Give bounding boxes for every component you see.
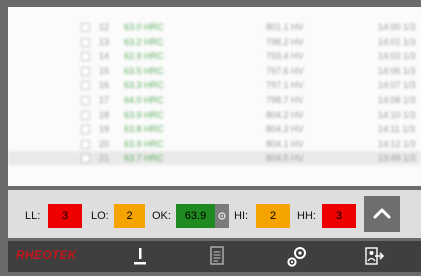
row-timestamp: 14:10 1/3	[378, 109, 416, 120]
row-secondary-value: 797.1 HV	[266, 80, 304, 91]
report-nav-button[interactable]	[204, 243, 230, 274]
row-hardness-value: 63.5 HRC	[124, 65, 164, 76]
list-row[interactable]: 16 63.3 HRC 797.1 HV 14:07 1/3	[8, 78, 421, 92]
row-number: 14	[99, 51, 110, 62]
row-timestamp: 14:12 1/3	[378, 138, 416, 149]
row-secondary-value: 798.2 HV	[266, 36, 304, 47]
brand-logo: RHEOTEK	[16, 248, 77, 262]
list-row[interactable]: 12 63.0 HRC 801.1 HV 14:00 1/3	[8, 20, 421, 34]
row-number: 21	[99, 153, 110, 164]
measurement-list[interactable]: 12 63.0 HRC 801.1 HV 14:00 1/3 13 63.2 HRC 798…	[8, 7, 421, 186]
hh-count-box: 3	[322, 204, 356, 228]
probe-nav-button[interactable]	[127, 243, 153, 274]
row-secondary-value: 804.1 HV	[266, 138, 304, 149]
row-timestamp: 14:07 1/3	[378, 80, 416, 91]
list-row[interactable]: 13 63.2 HRC 798.2 HV 14:01 1/3	[8, 35, 421, 49]
row-number: 19	[99, 124, 110, 135]
probe-icon	[134, 248, 146, 265]
hh-label: HH:	[297, 210, 316, 222]
list-row[interactable]: 19 63.8 HRC 804.3 HV 14:11 1/3	[8, 122, 421, 136]
row-timestamp: 14:06 1/3	[378, 65, 416, 76]
settings-nav-button[interactable]	[283, 243, 311, 276]
row-secondary-value: 804.3 HV	[266, 124, 304, 135]
row-timestamp: 14:03 1/3	[378, 51, 416, 62]
exit-nav-button[interactable]	[361, 243, 387, 274]
ll-label: LL:	[25, 210, 41, 222]
row-checkbox[interactable]	[81, 52, 90, 62]
list-row[interactable]: 15 63.5 HRC 797.6 HV 14:06 1/3	[8, 64, 421, 78]
ok-detail-button[interactable]	[215, 204, 229, 228]
row-timestamp: 13:49 1/3	[378, 153, 416, 164]
list-row[interactable]: 21 63.7 HRC 804.5 HV 13:49 1/3	[8, 151, 421, 166]
row-number: 13	[99, 36, 110, 47]
row-timestamp: 14:00 1/3	[378, 22, 416, 32]
list-row[interactable]: 14 62.9 HRC 793.4 HV 14:03 1/3	[8, 49, 421, 63]
row-checkbox[interactable]	[81, 154, 90, 164]
row-hardness-value: 63.8 HRC	[124, 124, 164, 135]
row-checkbox[interactable]	[81, 23, 90, 32]
row-checkbox[interactable]	[81, 37, 90, 47]
row-hardness-value: 63.9 HRC	[124, 138, 164, 149]
list-row[interactable]: 17 64.0 HRC 798.7 HV 14:08 1/3	[8, 93, 421, 107]
row-number: 18	[99, 109, 110, 120]
ok-label: OK:	[152, 210, 171, 222]
row-hardness-value: 62.9 HRC	[124, 51, 164, 62]
hi-count-box: 2	[256, 204, 290, 228]
list-row[interactable]: 20 63.9 HRC 804.1 HV 14:12 1/3	[8, 137, 421, 151]
row-secondary-value: 804.2 HV	[266, 109, 304, 120]
ok-value-box: 63.9	[176, 204, 215, 228]
row-checkbox[interactable]	[81, 96, 90, 105]
row-secondary-value: 793.4 HV	[266, 51, 304, 62]
row-secondary-value: 797.6 HV	[266, 65, 304, 76]
row-checkbox[interactable]	[81, 125, 90, 135]
row-hardness-value: 64.0 HRC	[124, 95, 164, 105]
bottom-nav-bar: RHEOTEK	[8, 241, 421, 272]
row-number: 15	[99, 65, 110, 76]
row-hardness-value: 63.2 HRC	[124, 36, 164, 47]
row-checkbox[interactable]	[81, 81, 90, 91]
exit-icon	[365, 247, 385, 265]
list-row[interactable]: 18 63.9 HRC 804.2 HV 14:10 1/3	[8, 108, 421, 122]
hi-label: HI:	[234, 210, 249, 222]
row-number: 16	[99, 80, 110, 91]
collapse-button[interactable]	[364, 196, 400, 232]
gears-icon	[287, 247, 306, 267]
row-timestamp: 14:11 1/3	[378, 124, 415, 135]
row-number: 12	[99, 22, 110, 32]
row-hardness-value: 63.3 HRC	[124, 80, 164, 91]
row-number: 17	[99, 95, 110, 105]
lo-label: LO:	[91, 210, 109, 222]
document-icon	[210, 246, 224, 265]
row-hardness-value: 63.7 HRC	[124, 153, 164, 164]
row-checkbox[interactable]	[81, 110, 90, 120]
row-number: 20	[99, 138, 110, 149]
small-gear-icon	[218, 212, 226, 220]
row-secondary-value: 798.7 HV	[266, 95, 304, 105]
row-checkbox[interactable]	[81, 139, 90, 149]
row-checkbox[interactable]	[81, 66, 90, 76]
lo-count-box: 2	[114, 204, 145, 228]
row-secondary-value: 804.5 HV	[266, 153, 304, 164]
row-hardness-value: 63.9 HRC	[124, 109, 164, 120]
ll-count-box: 3	[48, 204, 82, 228]
row-hardness-value: 63.0 HRC	[124, 22, 164, 32]
chevron-up-icon	[373, 208, 391, 219]
row-secondary-value: 801.1 HV	[266, 22, 304, 32]
row-timestamp: 14:01 1/3	[378, 36, 416, 47]
limit-status-bar: LL: 3 LO: 2 OK: 63.9 HI: 2 HH: 3	[8, 190, 421, 238]
row-timestamp: 14:08 1/3	[378, 95, 416, 105]
